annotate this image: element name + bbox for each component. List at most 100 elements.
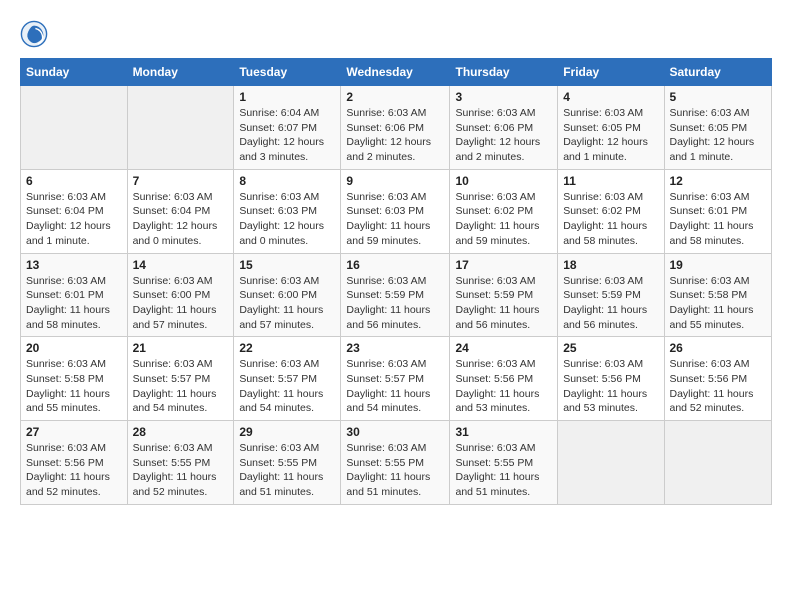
day-number: 5 xyxy=(670,90,767,104)
day-info: Sunrise: 6:03 AM Sunset: 5:56 PM Dayligh… xyxy=(670,357,767,416)
weekday-header-saturday: Saturday xyxy=(664,59,772,86)
day-number: 2 xyxy=(346,90,444,104)
day-info: Sunrise: 6:03 AM Sunset: 5:59 PM Dayligh… xyxy=(346,274,444,333)
calendar-week-2: 6 Sunrise: 6:03 AM Sunset: 6:04 PM Daylig… xyxy=(21,169,772,253)
calendar-cell: 21 Sunrise: 6:03 AM Sunset: 5:57 PM Dayli… xyxy=(127,337,234,421)
day-info: Sunrise: 6:03 AM Sunset: 5:55 PM Dayligh… xyxy=(133,441,229,500)
day-number: 12 xyxy=(670,174,767,188)
day-info: Sunrise: 6:03 AM Sunset: 6:03 PM Dayligh… xyxy=(239,190,335,249)
day-info: Sunrise: 6:03 AM Sunset: 6:05 PM Dayligh… xyxy=(563,106,658,165)
day-info: Sunrise: 6:03 AM Sunset: 6:01 PM Dayligh… xyxy=(26,274,122,333)
weekday-header-tuesday: Tuesday xyxy=(234,59,341,86)
day-number: 17 xyxy=(455,258,552,272)
day-info: Sunrise: 6:03 AM Sunset: 5:56 PM Dayligh… xyxy=(563,357,658,416)
logo xyxy=(20,20,50,48)
day-info: Sunrise: 6:03 AM Sunset: 6:06 PM Dayligh… xyxy=(346,106,444,165)
calendar-cell: 19 Sunrise: 6:03 AM Sunset: 5:58 PM Dayli… xyxy=(664,253,772,337)
day-number: 31 xyxy=(455,425,552,439)
day-number: 10 xyxy=(455,174,552,188)
calendar-cell xyxy=(558,421,664,505)
day-number: 4 xyxy=(563,90,658,104)
day-info: Sunrise: 6:03 AM Sunset: 5:58 PM Dayligh… xyxy=(670,274,767,333)
day-info: Sunrise: 6:03 AM Sunset: 5:56 PM Dayligh… xyxy=(455,357,552,416)
day-info: Sunrise: 6:03 AM Sunset: 5:55 PM Dayligh… xyxy=(455,441,552,500)
calendar-cell: 14 Sunrise: 6:03 AM Sunset: 6:00 PM Dayli… xyxy=(127,253,234,337)
day-info: Sunrise: 6:03 AM Sunset: 5:56 PM Dayligh… xyxy=(26,441,122,500)
calendar-cell: 25 Sunrise: 6:03 AM Sunset: 5:56 PM Dayli… xyxy=(558,337,664,421)
day-number: 14 xyxy=(133,258,229,272)
day-number: 27 xyxy=(26,425,122,439)
day-info: Sunrise: 6:03 AM Sunset: 5:57 PM Dayligh… xyxy=(346,357,444,416)
calendar-cell: 9Sunrise: 6:03 AM Sunset: 6:03 PM Daylig… xyxy=(341,169,450,253)
weekday-header-row: SundayMondayTuesdayWednesdayThursdayFrid… xyxy=(21,59,772,86)
day-info: Sunrise: 6:03 AM Sunset: 6:04 PM Dayligh… xyxy=(26,190,122,249)
day-info: Sunrise: 6:03 AM Sunset: 6:02 PM Dayligh… xyxy=(563,190,658,249)
weekday-header-wednesday: Wednesday xyxy=(341,59,450,86)
day-number: 24 xyxy=(455,341,552,355)
day-number: 21 xyxy=(133,341,229,355)
calendar-cell xyxy=(664,421,772,505)
calendar-cell: 12 Sunrise: 6:03 AM Sunset: 6:01 PM Dayli… xyxy=(664,169,772,253)
calendar-cell xyxy=(21,86,128,170)
calendar-cell: 1 Sunrise: 6:04 AM Sunset: 6:07 PM Daylig… xyxy=(234,86,341,170)
weekday-header-sunday: Sunday xyxy=(21,59,128,86)
calendar-cell: 3 Sunrise: 6:03 AM Sunset: 6:06 PM Daylig… xyxy=(450,86,558,170)
calendar-cell: 26Sunrise: 6:03 AM Sunset: 5:56 PM Dayli… xyxy=(664,337,772,421)
calendar-week-4: 20 Sunrise: 6:03 AM Sunset: 5:58 PM Dayli… xyxy=(21,337,772,421)
calendar-table: SundayMondayTuesdayWednesdayThursdayFrid… xyxy=(20,58,772,505)
day-number: 16 xyxy=(346,258,444,272)
weekday-header-thursday: Thursday xyxy=(450,59,558,86)
day-number: 11 xyxy=(563,174,658,188)
day-info: Sunrise: 6:03 AM Sunset: 5:57 PM Dayligh… xyxy=(239,357,335,416)
day-number: 9 xyxy=(346,174,444,188)
weekday-header-friday: Friday xyxy=(558,59,664,86)
calendar-week-1: 1 Sunrise: 6:04 AM Sunset: 6:07 PM Daylig… xyxy=(21,86,772,170)
day-info: Sunrise: 6:03 AM Sunset: 5:59 PM Dayligh… xyxy=(563,274,658,333)
day-info: Sunrise: 6:03 AM Sunset: 5:57 PM Dayligh… xyxy=(133,357,229,416)
calendar-cell xyxy=(127,86,234,170)
calendar-cell: 8 Sunrise: 6:03 AM Sunset: 6:03 PM Daylig… xyxy=(234,169,341,253)
day-number: 22 xyxy=(239,341,335,355)
calendar-cell: 11 Sunrise: 6:03 AM Sunset: 6:02 PM Dayli… xyxy=(558,169,664,253)
calendar-week-3: 13 Sunrise: 6:03 AM Sunset: 6:01 PM Dayli… xyxy=(21,253,772,337)
day-number: 29 xyxy=(239,425,335,439)
day-number: 25 xyxy=(563,341,658,355)
day-info: Sunrise: 6:03 AM Sunset: 5:59 PM Dayligh… xyxy=(455,274,552,333)
day-info: Sunrise: 6:03 AM Sunset: 5:55 PM Dayligh… xyxy=(346,441,444,500)
day-number: 3 xyxy=(455,90,552,104)
calendar-cell: 7Sunrise: 6:03 AM Sunset: 6:04 PM Daylig… xyxy=(127,169,234,253)
day-number: 28 xyxy=(133,425,229,439)
calendar-cell: 4 Sunrise: 6:03 AM Sunset: 6:05 PM Daylig… xyxy=(558,86,664,170)
weekday-header-monday: Monday xyxy=(127,59,234,86)
day-info: Sunrise: 6:04 AM Sunset: 6:07 PM Dayligh… xyxy=(239,106,335,165)
day-info: Sunrise: 6:03 AM Sunset: 6:00 PM Dayligh… xyxy=(133,274,229,333)
day-number: 15 xyxy=(239,258,335,272)
day-number: 1 xyxy=(239,90,335,104)
day-number: 8 xyxy=(239,174,335,188)
calendar-cell: 6 Sunrise: 6:03 AM Sunset: 6:04 PM Daylig… xyxy=(21,169,128,253)
day-info: Sunrise: 6:03 AM Sunset: 6:00 PM Dayligh… xyxy=(239,274,335,333)
calendar-cell: 24 Sunrise: 6:03 AM Sunset: 5:56 PM Dayli… xyxy=(450,337,558,421)
page-header xyxy=(20,20,772,48)
day-number: 20 xyxy=(26,341,122,355)
calendar-header: SundayMondayTuesdayWednesdayThursdayFrid… xyxy=(21,59,772,86)
day-info: Sunrise: 6:03 AM Sunset: 5:58 PM Dayligh… xyxy=(26,357,122,416)
day-info: Sunrise: 6:03 AM Sunset: 6:01 PM Dayligh… xyxy=(670,190,767,249)
calendar-cell: 15 Sunrise: 6:03 AM Sunset: 6:00 PM Dayli… xyxy=(234,253,341,337)
day-info: Sunrise: 6:03 AM Sunset: 6:02 PM Dayligh… xyxy=(455,190,552,249)
day-info: Sunrise: 6:03 AM Sunset: 6:06 PM Dayligh… xyxy=(455,106,552,165)
calendar-cell: 17 Sunrise: 6:03 AM Sunset: 5:59 PM Dayli… xyxy=(450,253,558,337)
day-info: Sunrise: 6:03 AM Sunset: 5:55 PM Dayligh… xyxy=(239,441,335,500)
calendar-cell: 16 Sunrise: 6:03 AM Sunset: 5:59 PM Dayli… xyxy=(341,253,450,337)
calendar-cell: 23 Sunrise: 6:03 AM Sunset: 5:57 PM Dayli… xyxy=(341,337,450,421)
day-info: Sunrise: 6:03 AM Sunset: 6:04 PM Dayligh… xyxy=(133,190,229,249)
day-number: 19 xyxy=(670,258,767,272)
logo-icon xyxy=(20,20,48,48)
calendar-cell: 31 Sunrise: 6:03 AM Sunset: 5:55 PM Dayli… xyxy=(450,421,558,505)
day-number: 23 xyxy=(346,341,444,355)
day-number: 30 xyxy=(346,425,444,439)
day-number: 6 xyxy=(26,174,122,188)
day-number: 13 xyxy=(26,258,122,272)
calendar-cell: 10 Sunrise: 6:03 AM Sunset: 6:02 PM Dayli… xyxy=(450,169,558,253)
calendar-cell: 20 Sunrise: 6:03 AM Sunset: 5:58 PM Dayli… xyxy=(21,337,128,421)
